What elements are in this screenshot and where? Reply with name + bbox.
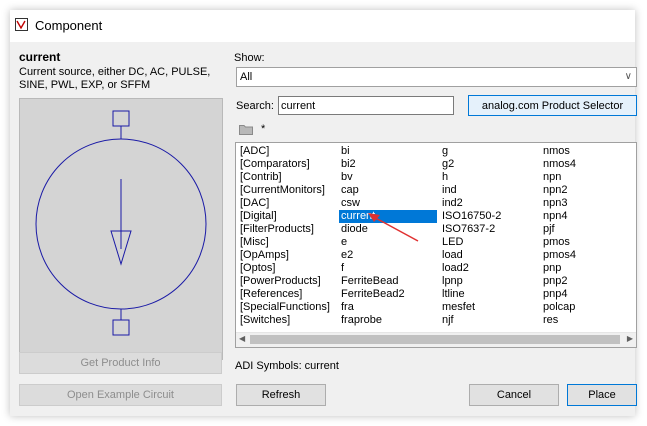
list-item[interactable]: [CurrentMonitors] [238,184,336,197]
window-title: Component [35,18,103,33]
list-item[interactable]: cap [339,184,437,197]
list-column: nmos nmos4 npn npn2 npn3 npn4 pjf pmos pmos4 pnp p… [541,145,636,327]
list-item[interactable]: [Comparators] [238,158,336,171]
component-list[interactable]: [ADC] [Comparators] [Contrib] [CurrentMonit… [235,142,637,348]
open-example-circuit-button[interactable]: Open Example Circuit [19,384,222,406]
show-dropdown-value: All [240,71,253,83]
list-item[interactable]: [Contrib] [238,171,336,184]
list-item[interactable]: [OpAmps] [238,249,336,262]
list-item[interactable]: ind [440,184,538,197]
list-item[interactable]: ltline [440,288,538,301]
list-item[interactable]: ind2 [440,197,538,210]
list-item[interactable]: pmos4 [541,249,636,262]
list-item[interactable]: njf [440,314,538,327]
title-bar: Component [10,10,635,42]
show-dropdown[interactable]: All ∨ [236,67,637,87]
component-dialog: Component current Current source, either… [10,10,637,416]
list-item[interactable]: res [541,314,636,327]
list-item[interactable]: h [440,171,538,184]
red-arrow-pointer [368,213,419,242]
list-item[interactable]: [Digital] [238,210,336,223]
scroll-left-icon[interactable]: ◀ [239,334,245,343]
list-column: g g2 h ind ind2 ISO16750-2 ISO7637-2 LED load loa… [440,145,538,327]
list-item[interactable]: load [440,249,538,262]
component-description: Current source, either DC, AC, PULSE, SI… [19,66,211,91]
list-item[interactable]: bi [339,145,437,158]
list-item[interactable]: pmos [541,236,636,249]
list-item[interactable]: pnp4 [541,288,636,301]
list-item[interactable]: FerriteBead [339,275,437,288]
list-item[interactable]: load2 [440,262,538,275]
folder-icon[interactable] [239,124,253,135]
list-item[interactable]: nmos4 [541,158,636,171]
list-item[interactable]: npn4 [541,210,636,223]
list-item[interactable]: ISO16750-2 [440,210,538,223]
list-item[interactable]: [DAC] [238,197,336,210]
list-item[interactable]: [PowerProducts] [238,275,336,288]
horizontal-scrollbar[interactable]: ◀ ▶ [236,332,636,347]
list-column: [ADC] [Comparators] [Contrib] [CurrentMonit… [238,145,336,327]
list-item[interactable]: npn [541,171,636,184]
get-product-info-button[interactable]: Get Product Info [19,352,222,374]
list-item[interactable]: fraprobe [339,314,437,327]
list-item[interactable]: polcap [541,301,636,314]
list-item[interactable]: mesfet [440,301,538,314]
list-item[interactable]: csw [339,197,437,210]
symbol-preview [19,98,223,360]
place-button[interactable]: Place [567,384,637,406]
list-item[interactable]: fra [339,301,437,314]
list-item[interactable]: LED [440,236,538,249]
list-item[interactable]: npn3 [541,197,636,210]
list-item[interactable]: lpnp [440,275,538,288]
list-item[interactable]: ISO7637-2 [440,223,538,236]
analog-product-selector-button[interactable]: analog.com Product Selector [468,95,637,116]
path-indicator: * [261,123,266,135]
chevron-down-icon: ∨ [624,71,632,82]
list-item[interactable]: nmos [541,145,636,158]
current-source-symbol [35,110,207,336]
list-item[interactable]: [Misc] [238,236,336,249]
scrollbar-thumb[interactable] [250,335,620,344]
refresh-button[interactable]: Refresh [236,384,326,406]
list-item[interactable]: f [339,262,437,275]
component-name: current [19,50,61,64]
show-label: Show: [234,52,265,64]
status-text: ADI Symbols: current [235,360,339,372]
list-item[interactable]: [SpecialFunctions] [238,301,336,314]
scroll-right-icon[interactable]: ▶ [627,334,633,343]
list-item[interactable]: pnp [541,262,636,275]
list-item[interactable]: npn2 [541,184,636,197]
list-item[interactable]: FerriteBead2 [339,288,437,301]
list-item[interactable]: [Switches] [238,314,336,327]
list-item[interactable]: e2 [339,249,437,262]
search-label: Search: [236,100,274,112]
list-item[interactable]: bi2 [339,158,437,171]
list-item[interactable]: pjf [541,223,636,236]
list-item[interactable]: [ADC] [238,145,336,158]
list-item[interactable]: [Optos] [238,262,336,275]
list-item[interactable]: g2 [440,158,538,171]
list-item[interactable]: bv [339,171,437,184]
list-item[interactable]: g [440,145,538,158]
cancel-button[interactable]: Cancel [469,384,559,406]
list-item[interactable]: [References] [238,288,336,301]
search-input[interactable] [278,96,454,115]
list-item[interactable]: [FilterProducts] [238,223,336,236]
app-icon [15,18,28,31]
list-item[interactable]: pnp2 [541,275,636,288]
